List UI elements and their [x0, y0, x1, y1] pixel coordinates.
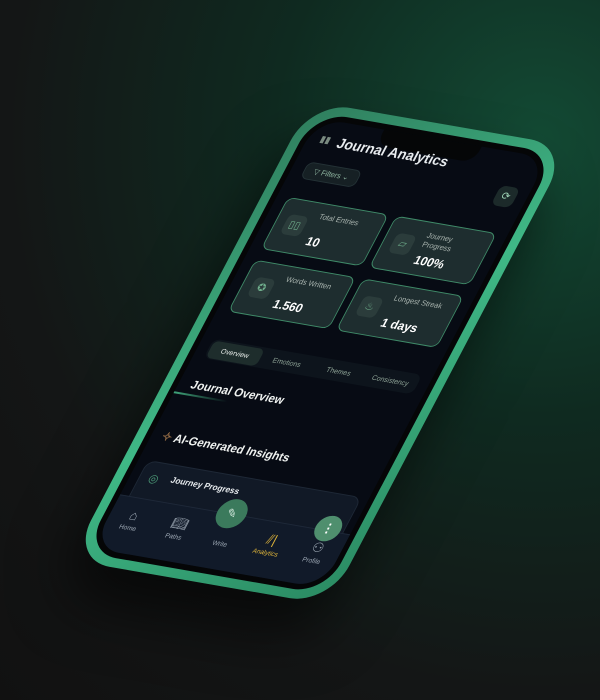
- book-icon: ▯▯: [279, 213, 310, 237]
- journal-overview-heading: Journal Overview: [188, 378, 287, 407]
- stat-card-total-entries: ▯▯ Total Entries 10: [260, 196, 390, 267]
- nav-label: Profile: [300, 556, 322, 566]
- nav-label: Home: [117, 523, 138, 533]
- stat-card-journey-progress: ▱ Journey Progress 100%: [368, 215, 497, 286]
- stat-label: Longest Streak: [392, 293, 445, 311]
- app-screen: ▮▮ Journal Analytics ⟳ ▽ Filters ⌄ ▯▯ Tot…: [91, 118, 549, 589]
- home-icon: ⌂: [126, 507, 142, 524]
- stat-value: 1 days: [378, 315, 421, 336]
- stat-card-words-written: ✪ Words Written 1.560: [227, 259, 357, 330]
- refresh-button[interactable]: ⟳: [490, 185, 521, 209]
- analytics-icon: ▮▮: [317, 134, 333, 147]
- stat-value: 100%: [411, 252, 448, 272]
- stat-value: 10: [303, 233, 323, 250]
- stat-card-longest-streak: ♨ Longest Streak 1 days: [335, 278, 465, 348]
- tab-consistency[interactable]: Consistency: [361, 367, 420, 393]
- nav-label: Write: [210, 539, 229, 549]
- flame-icon: ♨: [354, 295, 385, 319]
- pen-icon: ✎: [223, 505, 241, 521]
- filters-button[interactable]: ▽ Filters ⌄: [299, 161, 363, 188]
- filters-label: Filters: [319, 168, 343, 181]
- journey-progress-title: Journey Progress: [168, 475, 242, 497]
- map-icon: ▱: [387, 232, 418, 256]
- ai-insights-label: AI-Generated Insights: [170, 431, 293, 465]
- nav-label: Paths: [163, 532, 183, 542]
- nav-label: Analytics: [250, 547, 280, 559]
- award-icon: ✪: [246, 276, 277, 300]
- stat-value: 1.560: [270, 296, 306, 316]
- book-open-icon: 📖︎: [168, 514, 192, 532]
- more-vertical-icon: ⋮: [319, 520, 338, 536]
- tab-emotions[interactable]: Emotions: [258, 349, 317, 375]
- ai-insights-heading: ✧ AI-Generated Insights: [159, 429, 293, 465]
- stat-label: Total Entries: [317, 212, 361, 228]
- fingerprint-icon: ◎: [145, 471, 162, 486]
- stat-label: Words Written: [284, 275, 334, 292]
- tab-themes[interactable]: Themes: [309, 358, 368, 384]
- tab-overview[interactable]: Overview: [205, 340, 265, 366]
